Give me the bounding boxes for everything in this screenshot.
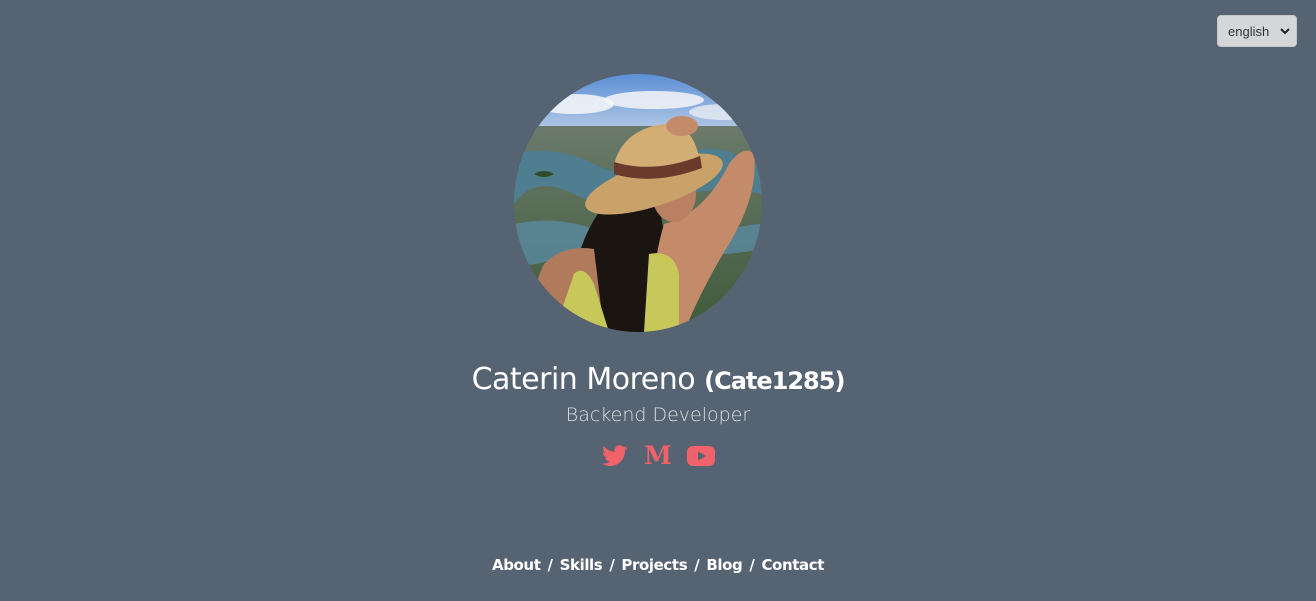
nav-contact[interactable]: Contact [761,556,824,574]
page: english Caterin Moreno (Cate1285) Backen… [0,0,1316,601]
chevron-down-icon [1280,28,1290,35]
language-select-value: english [1228,23,1270,39]
profile-role: Backend Developer [565,404,751,426]
profile-name-heading: Caterin Moreno (Cate1285) [0,360,1316,401]
avatar [514,74,762,332]
nav-skills[interactable]: Skills [560,556,603,574]
social-links: M [0,443,1316,469]
youtube-icon [687,446,715,466]
profile-name: Caterin Moreno [471,362,696,397]
medium-icon: M [644,441,672,470]
nav-projects[interactable]: Projects [621,556,687,574]
profile-photo-icon [514,74,762,332]
nav-separator: / [694,556,700,574]
medium-link[interactable]: M [644,443,672,469]
nav-blog[interactable]: Blog [706,556,742,574]
language-select[interactable]: english [1217,15,1297,47]
twitter-link[interactable] [601,443,629,469]
nav-separator: / [609,556,615,574]
nav-separator: / [547,556,554,574]
nav-about[interactable]: About [492,556,541,574]
bottom-nav: About / Skills / Projects / Blog / Conta… [0,556,1316,574]
youtube-link[interactable] [687,443,715,469]
profile-handle: (Cate1285) [704,367,845,395]
twitter-icon [602,445,628,466]
nav-separator: / [749,556,755,574]
